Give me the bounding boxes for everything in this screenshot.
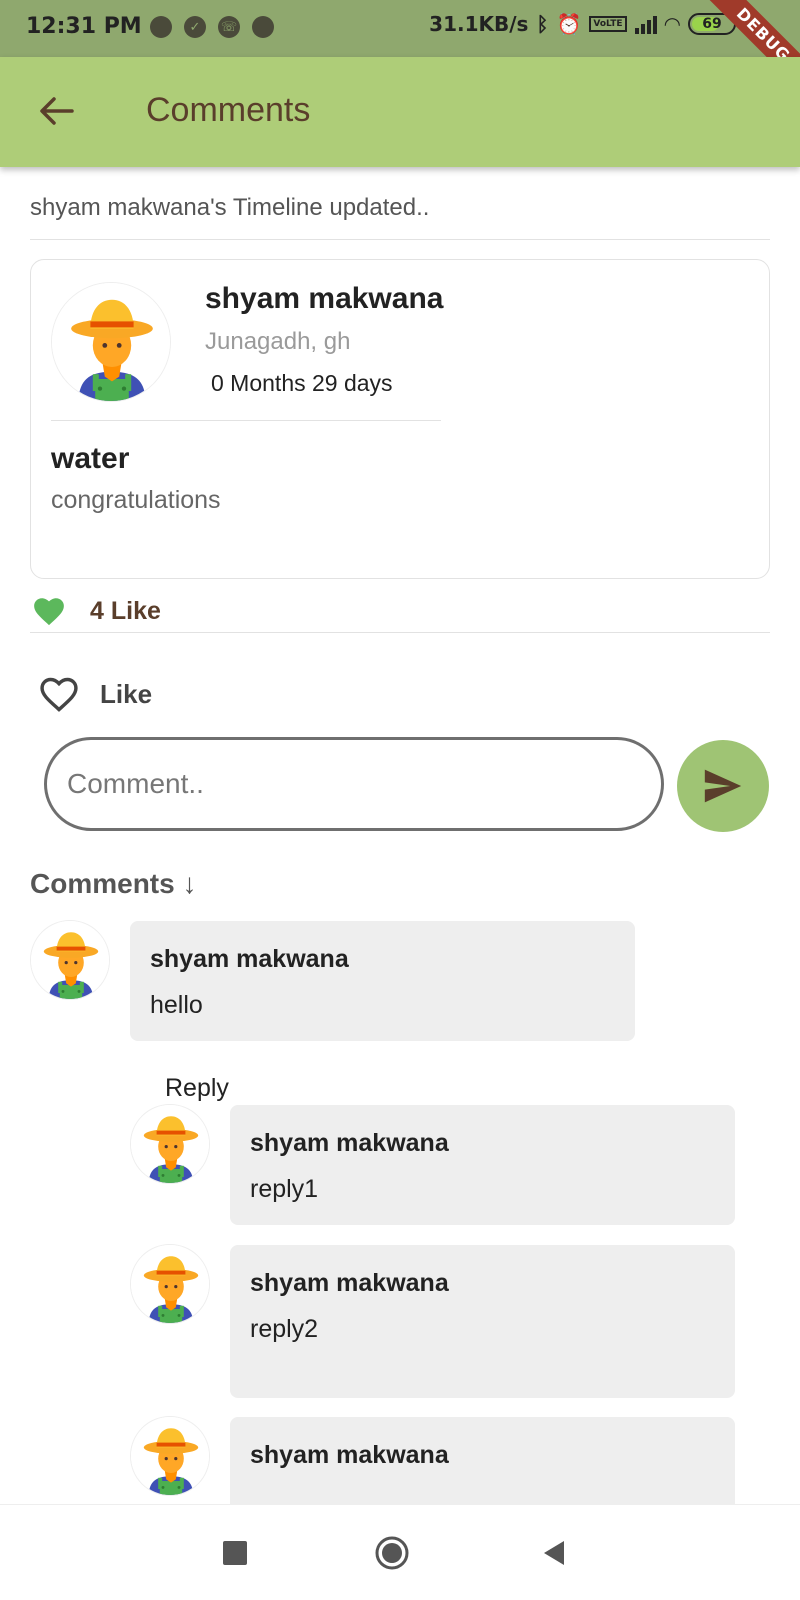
reply-bubble: shyam makwana reply2	[230, 1245, 735, 1398]
triangle-back-icon	[544, 1541, 564, 1565]
reply-author: shyam makwana	[250, 1441, 449, 1469]
reply-author: shyam makwana	[250, 1129, 449, 1157]
notification-dot-icon	[150, 16, 172, 38]
page-title: Comments	[146, 91, 311, 129]
system-indicators: 31.1KB/s ᛒ ⏰ VoLTE ◠ 69 ⚡	[429, 12, 758, 36]
notification-dot-icon	[252, 16, 274, 38]
home-circle-icon	[375, 1536, 409, 1570]
wifi-icon: ◠	[664, 12, 680, 36]
back-button[interactable]	[34, 89, 78, 133]
square-icon	[223, 1541, 247, 1565]
comment-text: hello	[150, 991, 203, 1019]
volte-icon: VoLTE	[589, 16, 627, 32]
post-location: Junagadh, gh	[205, 328, 351, 355]
whatsapp-icon: ☏	[218, 16, 240, 38]
like-button[interactable]: Like	[38, 674, 152, 714]
likes-summary: 4 Like	[32, 594, 161, 628]
check-circle-icon: ✓	[184, 16, 206, 38]
reply-bubble: shyam makwana	[230, 1417, 735, 1504]
reply-button[interactable]: Reply	[165, 1074, 229, 1103]
bluetooth-icon: ᛒ	[536, 12, 549, 36]
divider	[30, 632, 770, 633]
reply-bubble: shyam makwana reply1	[230, 1105, 735, 1225]
signal-icon	[634, 14, 657, 34]
battery-level: 69	[702, 16, 722, 32]
divider	[30, 239, 770, 240]
avatar[interactable]	[51, 282, 171, 402]
likes-count: 4 Like	[90, 596, 161, 625]
avatar[interactable]	[130, 1416, 210, 1496]
network-speed: 31.1KB/s	[429, 12, 529, 36]
heart-outline-icon	[40, 677, 78, 712]
system-nav-bar	[0, 1504, 800, 1600]
farmer-avatar-icon	[131, 1245, 210, 1324]
reply-text: reply2	[250, 1315, 319, 1343]
avatar[interactable]	[30, 920, 110, 1000]
comment-input[interactable]	[44, 737, 664, 831]
like-button-label: Like	[100, 678, 153, 709]
comment-author: shyam makwana	[150, 945, 349, 973]
timeline-note: shyam makwana's Timeline updated..	[30, 194, 430, 221]
divider	[51, 420, 441, 421]
avatar[interactable]	[130, 1104, 210, 1184]
status-time: 12:31 PM	[26, 14, 142, 39]
reply-author: shyam makwana	[250, 1269, 449, 1297]
farmer-avatar-icon	[131, 1417, 210, 1496]
post-author[interactable]: shyam makwana	[205, 282, 443, 316]
send-icon	[704, 769, 742, 803]
farmer-avatar-icon	[52, 283, 171, 402]
recents-button[interactable]	[217, 1535, 253, 1571]
replies-list: shyam makwana reply1 shyam makwana reply…	[0, 1100, 800, 1504]
notification-icons: ✓ ☏	[150, 16, 274, 38]
send-button[interactable]	[677, 740, 769, 832]
post-card: shyam makwana Junagadh, gh 0 Months 29 d…	[30, 259, 770, 579]
alarm-off-icon: ⏰	[556, 12, 582, 36]
farmer-avatar-icon	[131, 1105, 210, 1184]
farmer-avatar-icon	[31, 921, 110, 1000]
reply-text: reply1	[250, 1175, 319, 1203]
comment-bubble: shyam makwana hello	[130, 921, 635, 1041]
post-heading: water	[51, 442, 130, 475]
arrow-back-icon	[40, 97, 74, 125]
app-bar: Comments	[0, 57, 800, 167]
post-age: 0 Months 29 days	[211, 370, 393, 396]
status-bar: 12:31 PM ✓ ☏ 31.1KB/s ᛒ ⏰ VoLTE ◠ 69 ⚡ D…	[0, 0, 800, 57]
comments-header[interactable]: Comments ↓	[30, 868, 196, 900]
back-nav-button[interactable]	[536, 1535, 572, 1571]
heart-filled-icon	[34, 598, 64, 626]
post-body: congratulations	[51, 486, 221, 514]
avatar[interactable]	[130, 1244, 210, 1324]
home-button[interactable]	[374, 1535, 410, 1571]
